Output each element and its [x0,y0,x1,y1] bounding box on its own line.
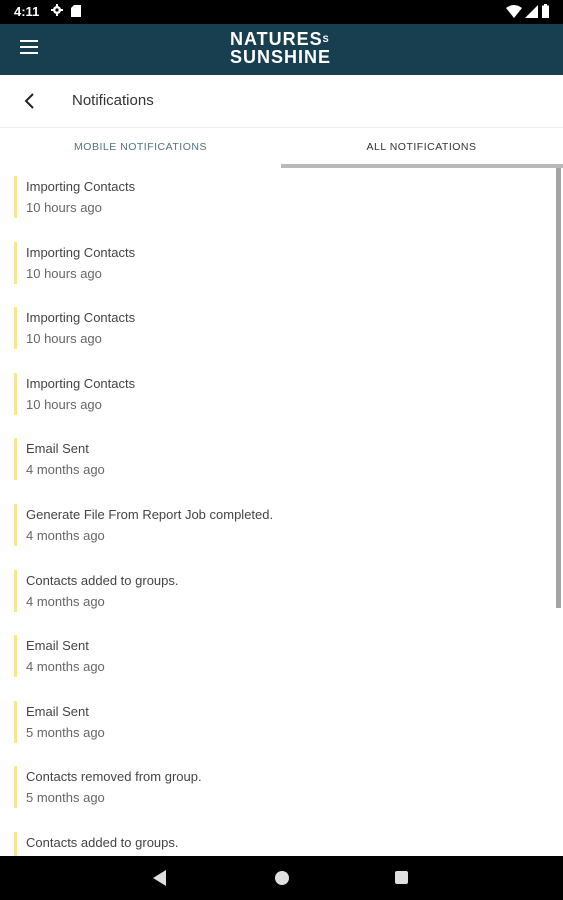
tab-mobile-notifications[interactable]: MOBILE NOTIFICATIONS [0,128,281,168]
hamburger-menu-icon[interactable] [20,40,40,58]
list-item[interactable]: Contacts removed from group. 5 months ago [0,758,563,824]
page-title: Notifications [72,92,154,109]
notification-list[interactable]: Importing Contacts 10 hours ago Importing… [0,168,563,856]
nav-home-icon[interactable] [275,871,289,885]
status-bar: 4:11 [0,0,563,24]
wifi-icon [506,5,522,18]
accent-bar [14,438,17,481]
list-item[interactable]: Generate File From Report Job completed.… [0,496,563,562]
accent-bar [14,176,17,218]
list-item[interactable]: Importing Contacts 10 hours ago [0,168,563,234]
notification-tabs: MOBILE NOTIFICATIONS ALL NOTIFICATIONS [0,128,563,168]
accent-bar [14,372,17,415]
notification-title: Email Sent [26,703,89,719]
notification-title: Importing Contacts [26,179,136,194]
notification-time: 4 months ago [26,593,105,609]
notification-time: 10 hours ago [26,396,102,412]
battery-icon [542,4,549,18]
notification-title: Email Sent [26,441,89,457]
accent-bar [14,241,17,284]
list-item[interactable]: Email Sent 4 months ago [0,627,563,693]
back-arrow-icon[interactable] [18,89,42,113]
notification-title: Generate File From Report Job completed. [26,506,274,522]
system-nav-bar [0,856,563,900]
tab-all-notifications[interactable]: ALL NOTIFICATIONS [281,128,562,168]
list-item[interactable]: Importing Contacts 10 hours ago [0,299,563,365]
status-time: 4:11 [14,4,40,19]
page-header: Notifications [0,75,563,128]
list-item[interactable]: Email Sent 4 months ago [0,430,563,496]
notification-time: 4 months ago [26,462,105,478]
notification-title: Importing Contacts [26,375,136,391]
accent-bar [14,831,17,856]
list-item[interactable]: Contacts added to groups. [0,824,563,856]
notification-title: Contacts added to groups. [26,572,179,588]
notification-time: 5 months ago [26,790,105,806]
notification-title: Contacts removed from group. [26,769,202,785]
accent-bar [14,635,17,678]
notification-title: Importing Contacts [26,244,136,260]
list-item[interactable]: Contacts added to groups. 4 months ago [0,562,563,628]
notification-time: 5 months ago [26,724,105,740]
scrollbar[interactable] [556,168,561,608]
notification-time: 10 hours ago [26,200,102,215]
settings-gear-icon [51,4,63,16]
accent-bar [14,700,17,743]
sd-card-icon [71,5,81,17]
notification-title: Email Sent [26,638,89,654]
nav-back-icon[interactable] [153,870,167,886]
app-bar: NATURESS SUNSHINE [0,24,563,75]
list-item[interactable]: Importing Contacts 10 hours ago [0,234,563,300]
notification-time: 10 hours ago [26,331,102,347]
list-item[interactable]: Importing Contacts 10 hours ago [0,365,563,431]
accent-bar [14,307,17,350]
accent-bar [14,766,17,809]
notification-title: Contacts added to groups. [26,834,179,850]
notification-time: 10 hours ago [26,265,102,281]
natures-sunshine-logo: NATURESS SUNSHINE [230,29,332,67]
list-item[interactable]: Email Sent 5 months ago [0,693,563,759]
notification-time: 4 months ago [26,659,105,675]
notification-time: 4 months ago [26,527,105,543]
accent-bar [14,503,17,546]
notification-title: Importing Contacts [26,310,136,326]
cell-signal-icon [525,5,538,18]
nav-recents-icon[interactable] [395,871,408,884]
accent-bar [14,569,17,612]
